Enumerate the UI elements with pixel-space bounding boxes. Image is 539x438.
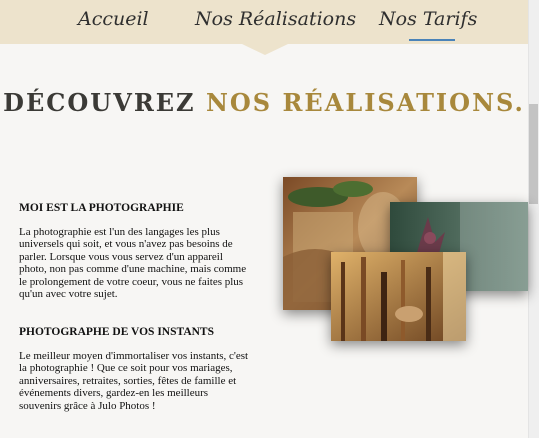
nav-link-tarifs[interactable]: Nos Tarifs <box>379 8 477 30</box>
page-title-gold: NOS RÉALISATIONS. <box>205 88 525 117</box>
section-heading: MOI EST LA PHOTOGRAPHIE <box>19 202 184 214</box>
nav-link-accueil[interactable]: Accueil <box>78 8 149 30</box>
section-instants: PHOTOGRAPHE DE VOS INSTANTS Le meilleur … <box>19 326 251 412</box>
page-title-dark: DÉCOUVREZ <box>3 88 196 117</box>
scrollbar-track[interactable] <box>528 0 539 438</box>
nav-link-realisations[interactable]: Nos Réalisations <box>195 8 356 30</box>
section-paragraph: La photographie est l'un des langages le… <box>19 226 247 301</box>
section-heading: PHOTOGRAPHE DE VOS INSTANTS <box>19 326 214 338</box>
page-title: DÉCOUVREZ NOS RÉALISATIONS. <box>0 88 528 117</box>
scrollbar-thumb[interactable] <box>529 104 538 204</box>
active-nav-underline <box>409 39 455 41</box>
top-navigation: Accueil Nos Réalisations Nos Tarifs <box>0 0 528 44</box>
nav-notch-indicator <box>242 44 288 55</box>
section-photography: MOI EST LA PHOTOGRAPHIE La photographie … <box>19 202 251 300</box>
photo-workshop-tools <box>331 252 466 341</box>
section-paragraph: Le meilleur moyen d'immortaliser vos ins… <box>19 350 249 412</box>
